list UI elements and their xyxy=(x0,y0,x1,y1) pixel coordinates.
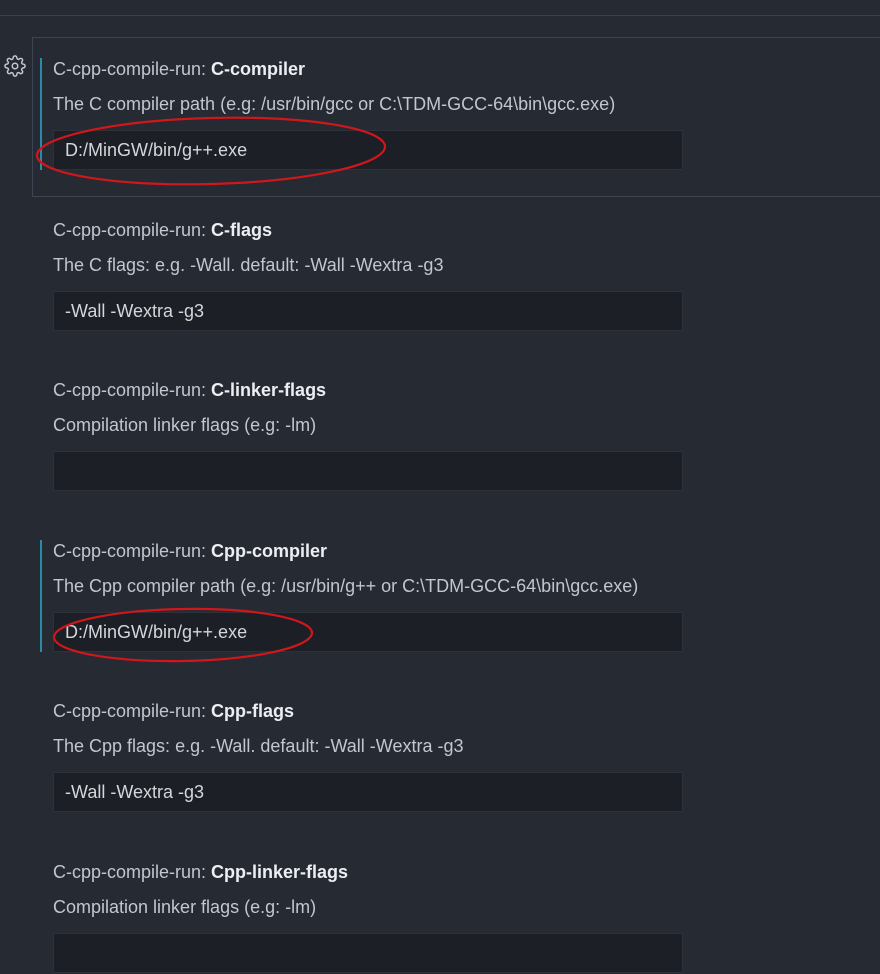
setting-cpp-flags[interactable]: C-cpp-compile-run: Cpp-flags The Cpp fla… xyxy=(0,679,880,840)
setting-title: C-cpp-compile-run: Cpp-flags xyxy=(53,700,294,722)
setting-category: C-cpp-compile-run: xyxy=(53,862,212,882)
setting-c-compiler[interactable]: C-cpp-compile-run: C-compiler The C comp… xyxy=(0,37,880,198)
c-flags-input[interactable]: -Wall -Wextra -g3 xyxy=(53,291,683,331)
modified-indicator xyxy=(40,540,42,652)
setting-category: C-cpp-compile-run: xyxy=(53,380,212,400)
setting-description: The C compiler path (e.g: /usr/bin/gcc o… xyxy=(53,94,616,114)
cpp-compiler-input[interactable]: D:/MinGW/bin/g++.exe xyxy=(53,612,683,652)
setting-key: Cpp-flags xyxy=(211,701,295,721)
gear-icon[interactable] xyxy=(4,55,26,77)
setting-title: C-cpp-compile-run: C-compiler xyxy=(53,58,305,80)
setting-description: The Cpp flags: e.g. -Wall. default: -Wal… xyxy=(53,736,464,756)
c-compiler-input[interactable]: D:/MinGW/bin/g++.exe xyxy=(53,130,683,170)
setting-description: Compilation linker flags (e.g: -lm) xyxy=(53,897,317,917)
setting-title: C-cpp-compile-run: Cpp-compiler xyxy=(53,540,327,562)
modified-indicator xyxy=(40,58,42,170)
setting-category: C-cpp-compile-run: xyxy=(53,541,212,561)
setting-title: C-cpp-compile-run: C-linker-flags xyxy=(53,379,326,401)
setting-title: C-cpp-compile-run: Cpp-linker-flags xyxy=(53,861,348,883)
top-divider xyxy=(0,15,880,16)
setting-c-linker-flags[interactable]: C-cpp-compile-run: C-linker-flags Compil… xyxy=(0,358,880,519)
settings-editor: C-cpp-compile-run: C-compiler The C comp… xyxy=(0,0,880,974)
setting-key: C-linker-flags xyxy=(211,380,327,400)
setting-category: C-cpp-compile-run: xyxy=(53,701,212,721)
cpp-linker-flags-input[interactable] xyxy=(53,933,683,973)
setting-category: C-cpp-compile-run: xyxy=(53,220,212,240)
setting-c-flags[interactable]: C-cpp-compile-run: C-flags The C flags: … xyxy=(0,198,880,359)
setting-description: The Cpp compiler path (e.g: /usr/bin/g++… xyxy=(53,576,639,596)
c-linker-flags-input[interactable] xyxy=(53,451,683,491)
cpp-flags-input[interactable]: -Wall -Wextra -g3 xyxy=(53,772,683,812)
setting-key: Cpp-compiler xyxy=(211,541,328,561)
setting-key: C-flags xyxy=(211,220,273,240)
setting-category: C-cpp-compile-run: xyxy=(53,59,212,79)
setting-description: Compilation linker flags (e.g: -lm) xyxy=(53,415,317,435)
setting-description: The C flags: e.g. -Wall. default: -Wall … xyxy=(53,255,444,275)
setting-title: C-cpp-compile-run: C-flags xyxy=(53,219,272,241)
setting-key: Cpp-linker-flags xyxy=(211,862,349,882)
setting-cpp-compiler[interactable]: C-cpp-compile-run: Cpp-compiler The Cpp … xyxy=(0,519,880,680)
setting-key: C-compiler xyxy=(211,59,306,79)
setting-cpp-linker-flags[interactable]: C-cpp-compile-run: Cpp-linker-flags Comp… xyxy=(0,840,880,974)
